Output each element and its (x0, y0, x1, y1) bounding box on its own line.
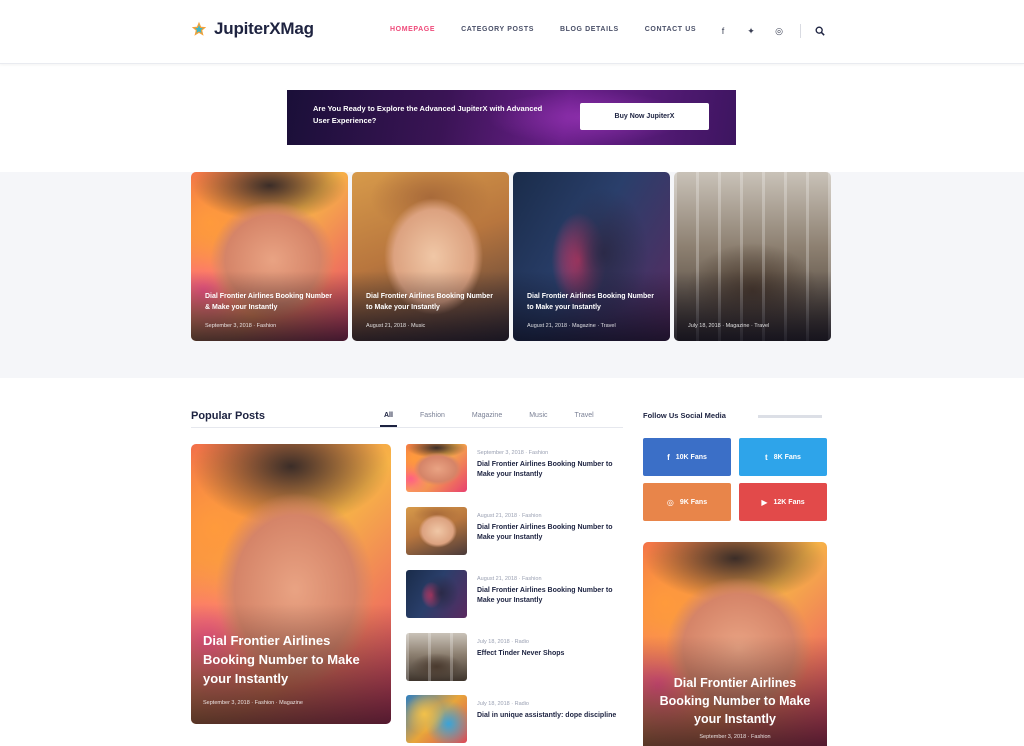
post-meta: September 3, 2018 · Fashion (477, 450, 549, 456)
follow-count: 10K Fans (675, 453, 707, 461)
youtube-icon: ▶ (761, 497, 768, 507)
banner-text: Are You Ready to Explore the Advanced Ju… (313, 104, 543, 125)
popular-posts-title: Popular Posts (191, 410, 265, 422)
featured-card[interactable]: Dial Frontier Airlines Booking Number to… (513, 172, 670, 341)
post-title[interactable]: Dial Frontier Airlines Booking Number to… (477, 460, 627, 480)
tab-magazine[interactable]: Magazine (472, 410, 502, 427)
popular-big-card[interactable]: Dial Frontier Airlines Booking Number to… (191, 444, 391, 724)
featured-title[interactable]: Dial Frontier Airlines Booking Number to… (366, 291, 499, 313)
post-meta: July 18, 2018 · Radio (477, 701, 529, 707)
post-meta: August 21, 2018 · Fashion (477, 513, 542, 519)
post-thumbnail[interactable] (406, 633, 467, 681)
instagram-icon[interactable]: ◎ (772, 26, 786, 37)
instagram-icon: ◎ (666, 497, 674, 507)
post-thumbnail[interactable] (406, 695, 467, 743)
twitter-icon[interactable]: ✦ (744, 26, 758, 37)
logo-text: JupiterXMag (214, 19, 314, 38)
promo-banner[interactable]: Are You Ready to Explore the Advanced Ju… (287, 90, 736, 145)
follow-us-title: Follow Us Social Media (643, 411, 726, 420)
post-title[interactable]: Dial Frontier Airlines Booking Number to… (477, 523, 627, 543)
post-thumbnail[interactable] (406, 507, 467, 555)
post-meta: August 21, 2018 · Fashion (477, 576, 542, 582)
follow-count: 9K Fans (679, 498, 708, 506)
featured-meta: August 21, 2018 · Music (366, 323, 426, 329)
post-title[interactable]: Effect Tinder Never Shops (477, 649, 627, 659)
featured-title[interactable]: Dial Frontier Airlines Booking Number to… (527, 291, 660, 313)
tab-fashion[interactable]: Fashion (420, 410, 445, 427)
featured-card[interactable]: July 18, 2018 · Magazine · Travel (674, 172, 831, 341)
post-title[interactable]: Dial in unique assistantly: dope discipl… (477, 711, 627, 721)
featured-card[interactable]: Dial Frontier Airlines Booking Number & … (191, 172, 348, 341)
nav-category-posts[interactable]: CATEGORY POSTS (461, 26, 534, 33)
divider (800, 24, 801, 38)
tab-travel[interactable]: Travel (575, 410, 594, 427)
nav-homepage[interactable]: HOMEPAGE (390, 26, 435, 33)
post-meta: July 18, 2018 · Radio (477, 639, 529, 645)
featured-meta: July 18, 2018 · Magazine · Travel (688, 323, 770, 329)
nav-blog-details[interactable]: BLOG DETAILS (560, 26, 619, 33)
nav-contact-us[interactable]: CONTACT US (645, 26, 696, 33)
page: JupiterXMag HOMEPAGE CATEGORY POSTS BLOG… (0, 0, 1024, 746)
buy-now-button[interactable]: Buy Now JupiterX (580, 103, 709, 130)
post-title[interactable]: Dial Frontier Airlines Booking Number to… (657, 674, 813, 728)
post-title[interactable]: Dial Frontier Airlines Booking Number to… (477, 586, 627, 606)
facebook-icon[interactable]: f (716, 26, 730, 36)
tab-music[interactable]: Music (529, 410, 547, 427)
main-nav: HOMEPAGE CATEGORY POSTS BLOG DETAILS CON… (390, 26, 696, 33)
youtube-follow-button[interactable]: ▶ 12K Fans (739, 483, 827, 521)
featured-card[interactable]: Dial Frontier Airlines Booking Number to… (352, 172, 509, 341)
search-icon[interactable] (815, 26, 825, 36)
divider (191, 427, 623, 428)
instagram-follow-button[interactable]: ◎ 9K Fans (643, 483, 731, 521)
category-tabs: All Fashion Magazine Music Travel (380, 410, 621, 427)
facebook-follow-button[interactable]: f 10K Fans (643, 438, 731, 476)
list-item[interactable]: September 3, 2018 · Fashion Dial Frontie… (406, 444, 626, 492)
featured-meta: August 21, 2018 · Magazine · Travel (527, 323, 616, 329)
post-thumbnail[interactable] (406, 570, 467, 618)
header-social: f ✦ ◎ (716, 24, 825, 38)
post-title[interactable]: Dial Frontier Airlines Booking Number to… (203, 631, 379, 688)
post-thumbnail[interactable] (406, 444, 467, 492)
sidebar-post-card[interactable]: Dial Frontier Airlines Booking Number to… (643, 542, 827, 746)
featured-title[interactable]: Dial Frontier Airlines Booking Number & … (205, 291, 338, 313)
logo-star-icon (191, 21, 207, 36)
twitter-icon: t (765, 452, 768, 462)
site-header: JupiterXMag HOMEPAGE CATEGORY POSTS BLOG… (0, 0, 1024, 64)
follow-count: 8K Fans (773, 453, 801, 461)
twitter-follow-button[interactable]: t 8K Fans (739, 438, 827, 476)
follow-count: 12K Fans (773, 498, 805, 506)
featured-meta: September 3, 2018 · Fashion (205, 323, 277, 329)
list-item[interactable]: August 21, 2018 · Fashion Dial Frontier … (406, 570, 626, 618)
logo[interactable]: JupiterXMag (191, 19, 314, 39)
divider (758, 415, 822, 418)
list-item[interactable]: July 18, 2018 · Radio Effect Tinder Neve… (406, 633, 626, 681)
post-meta: September 3, 2018 · Fashion · Magazine (203, 700, 303, 706)
tab-all[interactable]: All (380, 410, 397, 427)
facebook-icon: f (667, 452, 670, 462)
featured-section (0, 172, 1024, 378)
post-meta: September 3, 2018 · Fashion (699, 734, 771, 740)
list-item[interactable]: July 18, 2018 · Radio Dial in unique ass… (406, 695, 626, 743)
list-item[interactable]: August 21, 2018 · Fashion Dial Frontier … (406, 507, 626, 555)
